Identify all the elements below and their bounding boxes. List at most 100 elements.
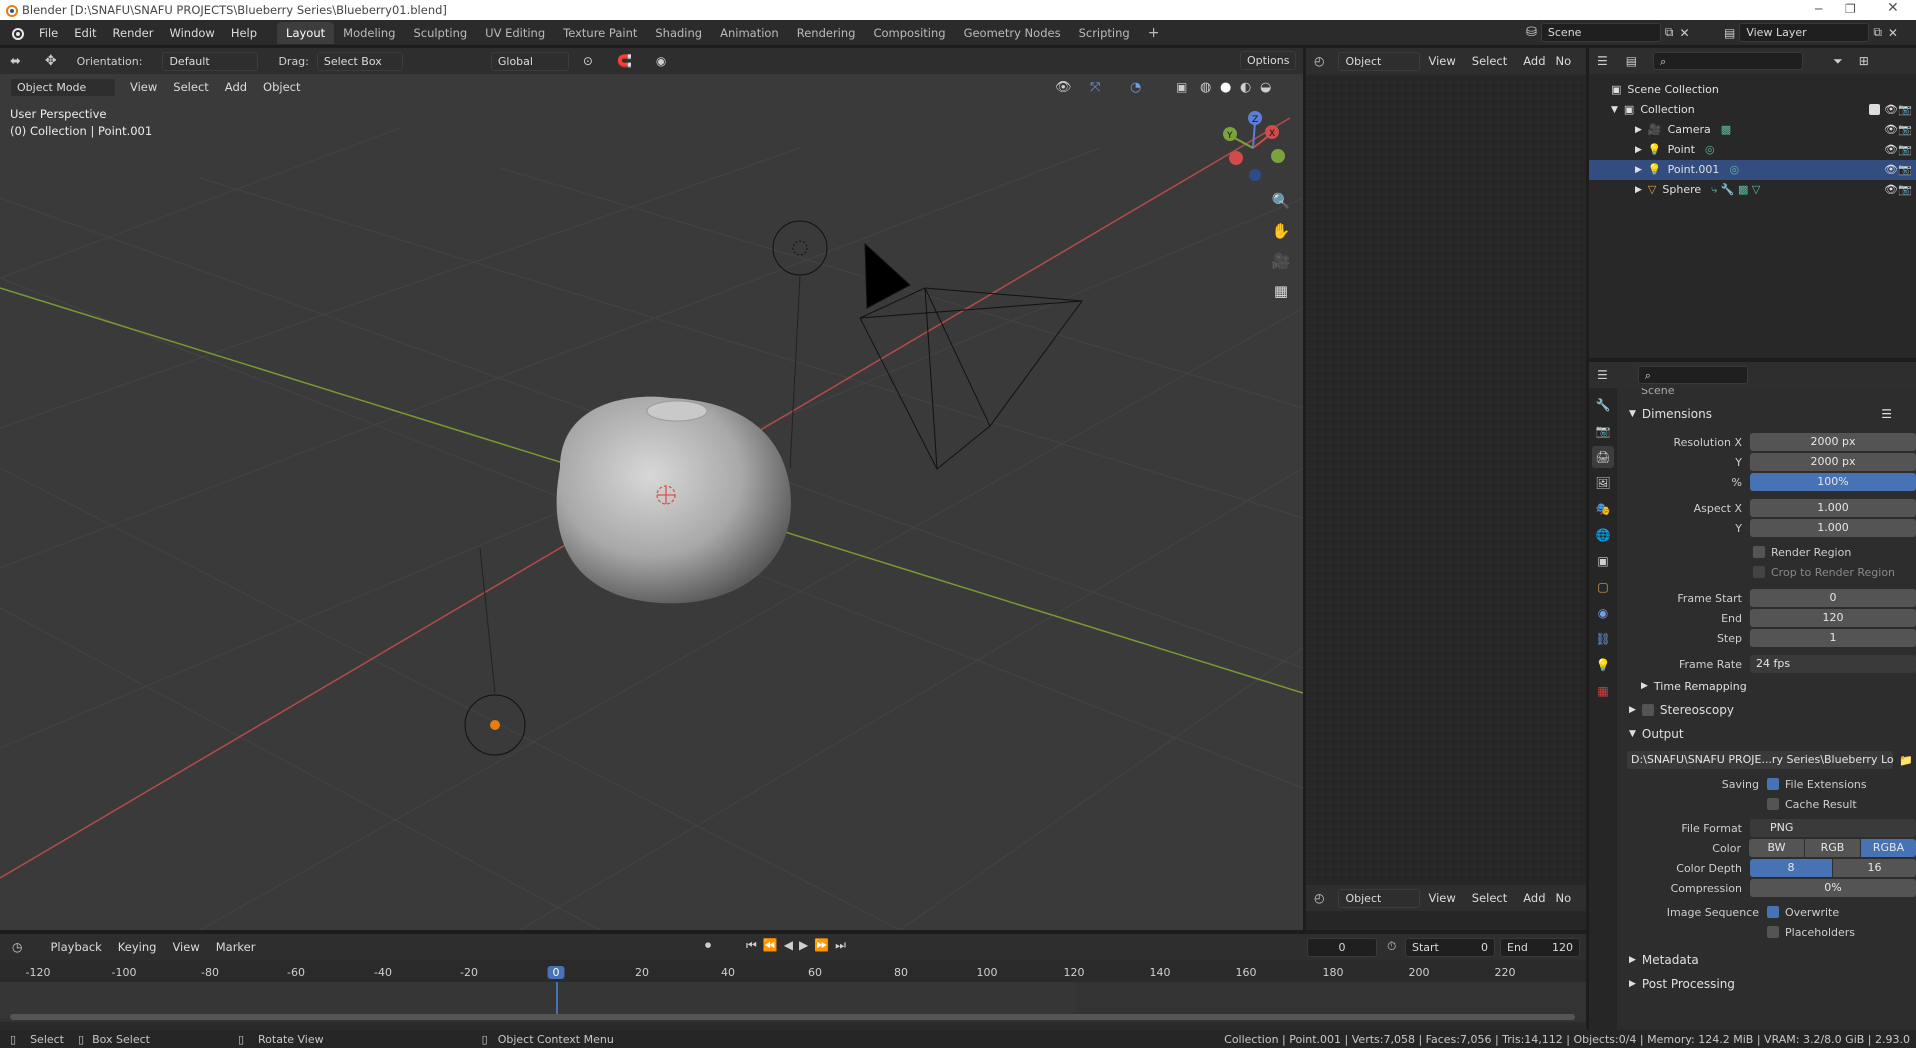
playhead-line[interactable] <box>556 982 558 1018</box>
frame-rate-dropdown[interactable]: 24 fps <box>1750 655 1916 673</box>
object-data-tab-icon[interactable]: 💡 <box>1592 654 1614 676</box>
view-layer-icon[interactable]: ▤ <box>1724 26 1735 40</box>
view-layer-field[interactable]: View Layer <box>1739 23 1870 42</box>
light-data-icon[interactable]: ◎ <box>1705 140 1715 160</box>
object-mode-dropdown[interactable]: Object Mode <box>10 77 116 97</box>
outliner-scene-collection[interactable]: ▣ Scene Collection <box>1589 80 1916 100</box>
stereoscopy-header[interactable]: ▶ Stereoscopy <box>1619 698 1916 722</box>
sphere-render-icon[interactable]: 📷 <box>1898 180 1912 200</box>
resolution-y-field[interactable]: 2000 px <box>1750 453 1916 471</box>
folder-icon[interactable]: 📁 <box>1899 754 1913 767</box>
compression-slider[interactable]: 0% <box>1750 879 1916 897</box>
view-layer-tab-icon[interactable]: 🖼 <box>1592 472 1614 494</box>
navigation-gizmo[interactable]: Z X Y <box>1215 108 1285 188</box>
editor-type-icon-2[interactable]: ◴ <box>1314 891 1324 905</box>
solid-shading-icon[interactable]: ● <box>1220 80 1231 95</box>
filter-icon[interactable]: ⏷ <box>1833 54 1843 69</box>
tab-geometry-nodes[interactable]: Geometry Nodes <box>955 22 1070 44</box>
uv-menu-view-2[interactable]: View <box>1420 887 1463 909</box>
expand-arrow-icon[interactable]: ▶ <box>1635 140 1642 160</box>
pivot-icon[interactable]: ⊙ <box>583 54 593 68</box>
output-tab-icon[interactable]: 🖨 <box>1592 446 1614 468</box>
timeline-menu-playback[interactable]: Playback <box>42 936 109 958</box>
tab-scripting[interactable]: Scripting <box>1070 22 1139 44</box>
camera-view-icon[interactable]: 🎥 <box>1268 248 1294 274</box>
editor-type-icon[interactable]: ◴ <box>1314 54 1324 68</box>
tool-tab-icon[interactable]: 🔧 <box>1592 394 1614 416</box>
dimensions-panel-header[interactable]: ▼ Dimensions ☰ <box>1619 402 1916 426</box>
aspect-x-field[interactable]: 1.000 <box>1750 499 1916 517</box>
uv-menu-add[interactable]: Add <box>1515 50 1553 72</box>
end-frame-field[interactable]: End 120 <box>1500 938 1580 957</box>
render-region-checkbox[interactable] <box>1753 546 1765 558</box>
frame-end-field[interactable]: 120 <box>1750 609 1916 627</box>
point-001-render-icon[interactable]: 📷 <box>1898 160 1912 180</box>
display-mode-icon[interactable]: ▤ <box>1626 54 1637 68</box>
scene-tab-icon[interactable]: 🎭 <box>1592 498 1614 520</box>
light-point-001[interactable] <box>464 547 526 756</box>
playback-controls[interactable]: ⏮⏪◀▶⏩⏭ <box>746 938 852 953</box>
menu-edit[interactable]: Edit <box>66 22 104 44</box>
menu-help[interactable]: Help <box>223 22 265 44</box>
world-tab-icon[interactable]: 🌐 <box>1592 524 1614 546</box>
scene-name-field[interactable]: Scene <box>1540 23 1661 42</box>
timeline-menu-marker[interactable]: Marker <box>208 936 264 958</box>
outliner-search-input[interactable]: ⌕ <box>1653 52 1804 70</box>
color-rgba-button[interactable]: RGBA <box>1861 839 1916 857</box>
render-region-row[interactable]: Render Region <box>1619 542 1916 562</box>
physics-tab-icon[interactable]: ◉ <box>1592 602 1614 624</box>
overlays-icon[interactable]: ◔ <box>1130 80 1141 95</box>
object-tab-icon[interactable]: ▢ <box>1592 576 1614 598</box>
proportional-edit-icon[interactable]: ◉ <box>656 54 666 68</box>
viewport-menu-add[interactable]: Add <box>217 76 255 98</box>
playhead-label[interactable]: 0 <box>547 966 565 979</box>
time-remapping-header[interactable]: ▶ Time Remapping <box>1619 674 1916 698</box>
overwrite-checkbox[interactable] <box>1767 906 1779 918</box>
timeline-menu-keying[interactable]: Keying <box>110 936 165 958</box>
tab-texture-paint[interactable]: Texture Paint <box>554 22 646 44</box>
viewport-menu-object[interactable]: Object <box>255 76 308 98</box>
transform-orientation-dropdown[interactable]: Global <box>490 51 569 71</box>
collection-tab-icon[interactable]: ▣ <box>1592 550 1614 572</box>
current-frame-field[interactable]: 0 <box>1307 938 1377 957</box>
delete-view-layer-icon[interactable]: ✕ <box>1888 26 1898 40</box>
outliner-item-sphere[interactable]: ▶ ▽ Sphere ⤷ 🔧 ▩ ▽ 👁 📷 <box>1589 180 1916 200</box>
sphere-visibility-icon[interactable]: 👁 <box>1884 180 1898 200</box>
rendered-shading-icon[interactable]: ◒ <box>1260 80 1271 95</box>
constraints-tab-icon[interactable]: ⛓ <box>1592 628 1614 650</box>
camera-visibility-icon[interactable]: 👁 <box>1884 120 1898 140</box>
material-shading-icon[interactable]: ◐ <box>1240 80 1251 95</box>
timeline-scrollbar[interactable] <box>10 1014 1575 1020</box>
viewport-menu-select[interactable]: Select <box>165 76 216 98</box>
uv-menu-select[interactable]: Select <box>1464 50 1515 72</box>
tab-compositing[interactable]: Compositing <box>864 22 954 44</box>
tab-shading[interactable]: Shading <box>646 22 711 44</box>
restore-icon[interactable]: ❐ <box>1845 2 1856 16</box>
snap-icon[interactable]: 🧲 <box>617 54 632 68</box>
aspect-y-field[interactable]: 1.000 <box>1750 519 1916 537</box>
orientation-dropdown[interactable]: Default <box>162 51 259 71</box>
options-dropdown[interactable]: Options <box>1240 51 1297 70</box>
wireframe-shading-icon[interactable]: ◍ <box>1200 80 1211 95</box>
camera-object[interactable] <box>859 242 1084 470</box>
expand-arrow-icon[interactable]: ▼ <box>1611 100 1618 120</box>
menu-file[interactable]: File <box>31 22 66 44</box>
delete-scene-icon[interactable]: ✕ <box>1679 26 1689 40</box>
uv-mode-dropdown-2[interactable]: Object <box>1338 888 1421 908</box>
uv-menu-more-2[interactable]: No <box>1554 887 1574 909</box>
presets-icon[interactable]: ☰ <box>1881 407 1892 421</box>
new-scene-icon[interactable]: ⧉ <box>1665 25 1674 40</box>
frame-step-field[interactable]: 1 <box>1750 629 1916 647</box>
properties-search-input[interactable]: ⌕ <box>1637 366 1748 384</box>
uv-menu-more[interactable]: No <box>1554 50 1574 72</box>
sphere-object[interactable] <box>556 396 791 604</box>
outliner-collection[interactable]: ▼ ▣ Collection 👁 📷 <box>1589 100 1916 120</box>
outliner-item-camera[interactable]: ▶ 🎥 Camera ▩ 👁 📷 <box>1589 120 1916 140</box>
collection-render-icon[interactable]: 📷 <box>1898 100 1912 120</box>
color-rgb-button[interactable]: RGB <box>1805 839 1860 857</box>
expand-arrow-icon[interactable]: ▶ <box>1635 120 1642 140</box>
output-path-field[interactable]: D:\SNAFU\SNAFU PROJE...ry Series\Blueber… <box>1627 751 1893 769</box>
uv-menu-select-2[interactable]: Select <box>1464 887 1515 909</box>
properties-editor-icon[interactable]: ☰ <box>1597 368 1608 382</box>
scene-icon[interactable]: ⛁ <box>1526 25 1537 40</box>
